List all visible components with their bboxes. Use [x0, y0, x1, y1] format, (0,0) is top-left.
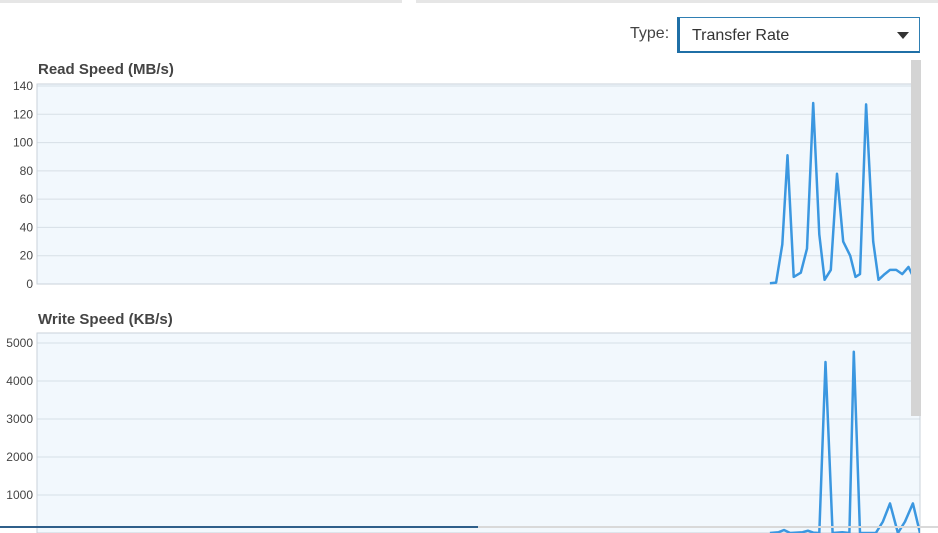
- y-tick-label: 20: [20, 249, 34, 263]
- plot-area: [37, 333, 920, 533]
- vertical-scrollbar[interactable]: [911, 60, 921, 416]
- y-tick-label: 3000: [6, 412, 33, 426]
- y-tick-label: 140: [13, 79, 33, 93]
- bottom-divider-light: [478, 526, 938, 528]
- y-tick-label: 40: [20, 220, 34, 234]
- top-toolbar-strip-right: [416, 0, 938, 3]
- read-speed-chart-title: Read Speed (MB/s): [38, 61, 174, 78]
- type-label: Type:: [630, 25, 670, 42]
- bottom-divider-dark: [0, 526, 478, 528]
- y-tick-label: 2000: [6, 450, 33, 464]
- read-speed-chart: 0 20 40 60 80 100 120 140: [13, 79, 921, 290]
- y-tick-label: 120: [13, 107, 33, 121]
- type-dropdown-value: Transfer Rate: [692, 27, 790, 44]
- y-tick-label: 60: [20, 192, 34, 206]
- y-tick-label: 5000: [6, 336, 33, 350]
- write-speed-chart-title: Write Speed (KB/s): [38, 311, 173, 328]
- write-speed-chart: 1000 2000 3000 4000 5000: [6, 332, 921, 533]
- caret-down-icon: [897, 32, 909, 39]
- y-tick-label: 80: [20, 164, 34, 178]
- top-toolbar-strip-left: [0, 0, 402, 3]
- y-tick-label: 100: [13, 136, 33, 150]
- type-dropdown[interactable]: Transfer Rate: [677, 17, 920, 53]
- y-tick-label: 1000: [6, 488, 33, 502]
- y-tick-label: 0: [26, 277, 33, 290]
- y-tick-label: 4000: [6, 374, 33, 388]
